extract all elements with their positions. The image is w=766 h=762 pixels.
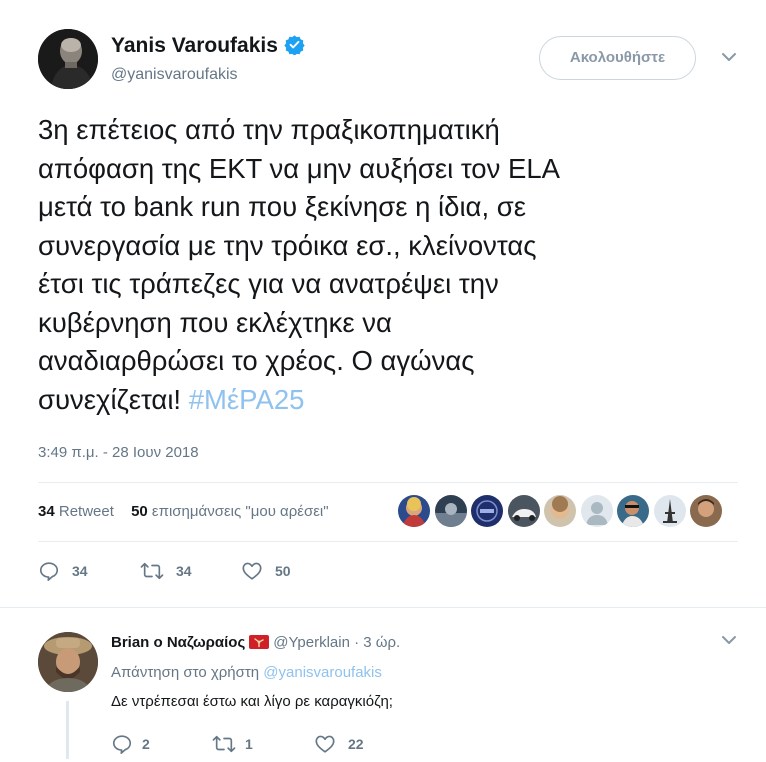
tweet-timestamp[interactable]: 3:49 π.μ. - 28 Ιουν 2018 bbox=[38, 444, 199, 461]
author-avatar[interactable] bbox=[38, 29, 98, 89]
reply-icon bbox=[39, 562, 59, 582]
hashtag-link[interactable]: #ΜέΡΑ25 bbox=[189, 384, 305, 415]
chevron-down-icon[interactable] bbox=[720, 633, 738, 647]
reply-author-name[interactable]: Brian ο Ναζωραίος bbox=[111, 634, 245, 651]
retweet-action[interactable]: 34 bbox=[140, 558, 192, 582]
reply-like-count: 22 bbox=[348, 736, 364, 753]
author-name-text[interactable]: Yanis Varoufakis bbox=[111, 34, 278, 57]
retweet-stat-count: 34 bbox=[38, 503, 55, 520]
liker-avatar[interactable] bbox=[580, 495, 613, 527]
heart-icon bbox=[242, 562, 262, 580]
reply-author-avatar[interactable] bbox=[38, 632, 98, 692]
reply-like-action[interactable]: 22 bbox=[314, 731, 364, 755]
retweet-stat[interactable]: 34 Retweet bbox=[38, 500, 114, 524]
author-name[interactable]: Yanis Varoufakis bbox=[111, 34, 305, 58]
replying-to-mention[interactable]: @yanisvaroufakis bbox=[263, 664, 382, 681]
reply-retweet-action[interactable]: 1 bbox=[212, 731, 253, 755]
chevron-down-icon[interactable] bbox=[720, 50, 738, 64]
like-stat-count: 50 bbox=[131, 503, 148, 520]
divider bbox=[0, 607, 766, 608]
reply-author-line: Brian ο Ναζωραίος @Yperklain · 3 ώρ. bbox=[111, 634, 400, 651]
retweet-icon bbox=[212, 736, 236, 753]
heart-icon bbox=[315, 735, 335, 753]
like-stat-label: επισημάνσεις "μου αρέσει" bbox=[151, 503, 329, 520]
tweet-stats: 34 Retweet 50 επισημάνσεις "μου αρέσει" bbox=[38, 500, 342, 524]
liker-avatar[interactable] bbox=[544, 495, 576, 527]
reply-reply-count: 2 bbox=[142, 736, 150, 753]
isle-of-man-flag-icon bbox=[249, 635, 270, 649]
like-action[interactable]: 50 bbox=[241, 558, 291, 582]
liker-avatar[interactable] bbox=[434, 495, 467, 527]
retweet-count: 34 bbox=[176, 563, 192, 580]
reply-separator: · bbox=[349, 634, 364, 651]
liker-avatars bbox=[398, 495, 727, 529]
liker-avatar[interactable] bbox=[398, 495, 430, 527]
like-count: 50 bbox=[275, 563, 291, 580]
retweet-icon bbox=[140, 563, 164, 580]
reply-icon bbox=[112, 735, 132, 755]
reply-retweet-count: 1 bbox=[245, 736, 253, 753]
reply-reply-action[interactable]: 2 bbox=[111, 731, 150, 755]
reply-text: Δε ντρέπεσαι έστω και λίγο ρε καραγκιόζη… bbox=[111, 693, 393, 710]
liker-avatar[interactable] bbox=[507, 495, 540, 527]
liker-avatar[interactable] bbox=[617, 495, 649, 527]
reply-action[interactable]: 34 bbox=[38, 558, 88, 582]
verified-badge-icon bbox=[284, 35, 305, 55]
liker-avatar[interactable] bbox=[471, 495, 503, 527]
reply-time[interactable]: 3 ώρ. bbox=[363, 634, 400, 651]
follow-button[interactable]: Ακολουθήστε bbox=[539, 36, 696, 80]
reply-count: 34 bbox=[72, 563, 88, 580]
liker-avatar[interactable] bbox=[690, 495, 722, 527]
replying-to: Απάντηση στο χρήστη @yanisvaroufakis bbox=[111, 664, 382, 681]
reply-author-handle[interactable]: @Yperklain bbox=[273, 634, 350, 651]
tweet-body-text: 3η επέτειος από την πραξικοπηματική απόφ… bbox=[38, 114, 560, 415]
retweet-stat-label: Retweet bbox=[58, 503, 114, 520]
tweet-text: 3η επέτειος από την πραξικοπηματική απόφ… bbox=[38, 111, 738, 419]
replying-to-label: Απάντηση στο χρήστη bbox=[111, 664, 264, 681]
liker-avatar[interactable] bbox=[653, 495, 686, 527]
divider bbox=[38, 541, 738, 542]
divider bbox=[38, 482, 738, 483]
like-stat[interactable]: 50 επισημάνσεις "μου αρέσει" bbox=[131, 500, 329, 524]
thread-line bbox=[66, 701, 69, 759]
author-handle[interactable]: @yanisvaroufakis bbox=[111, 66, 238, 84]
